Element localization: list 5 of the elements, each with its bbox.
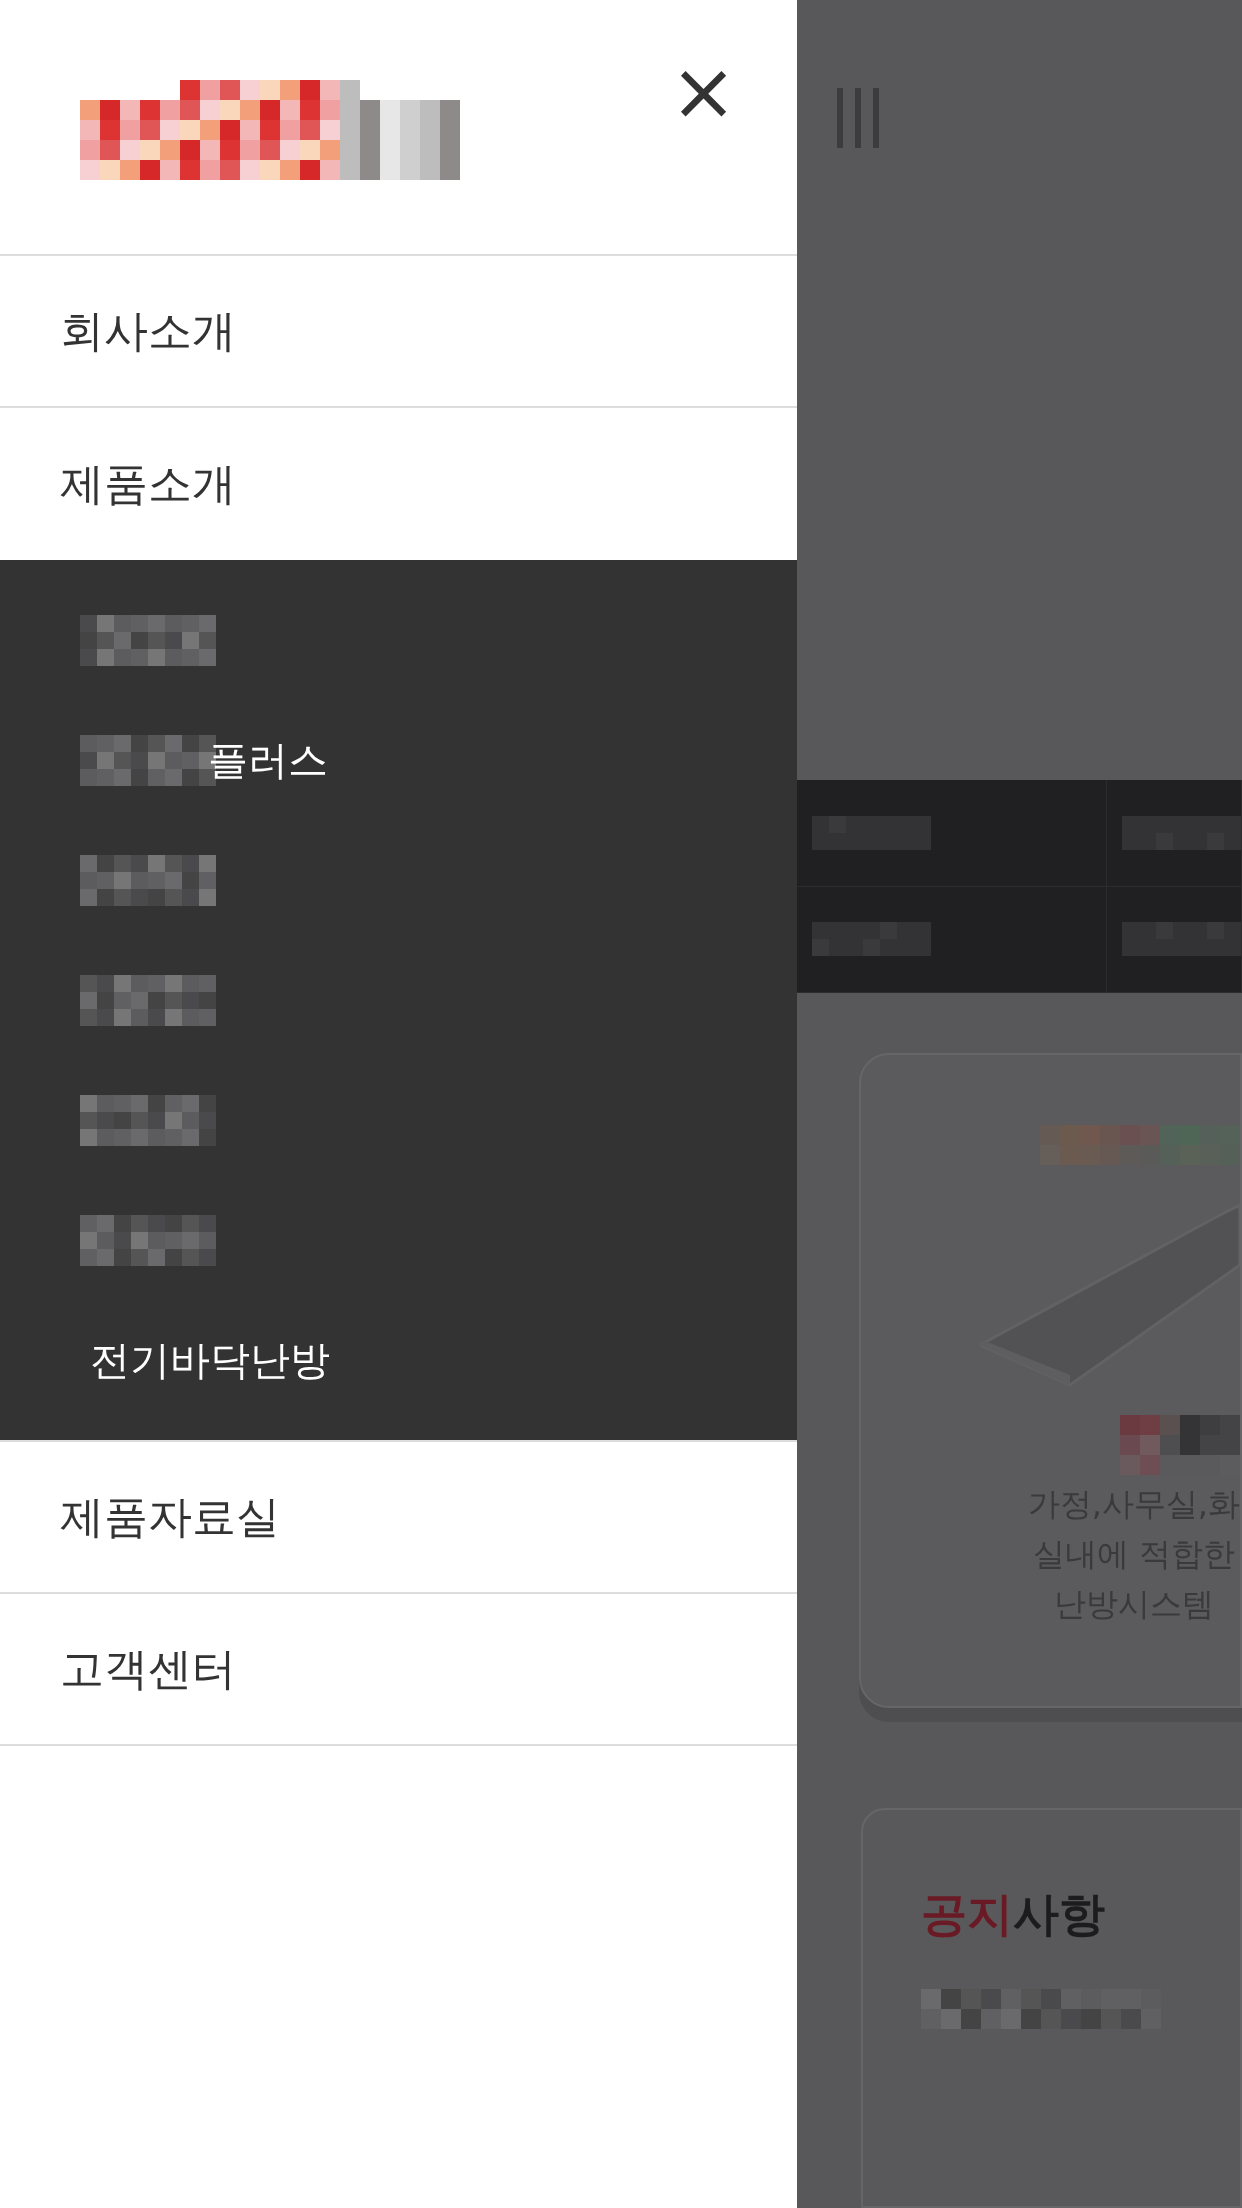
submenu-item[interactable]: 전기바닥난방 (80, 1330, 330, 1390)
close-button[interactable]: × (669, 52, 737, 132)
menu-item[interactable]: 제품소개 (0, 408, 797, 560)
notice-title: 공지사항 (921, 1887, 1105, 1941)
submenu-item[interactable]: 플러스 (208, 730, 328, 790)
